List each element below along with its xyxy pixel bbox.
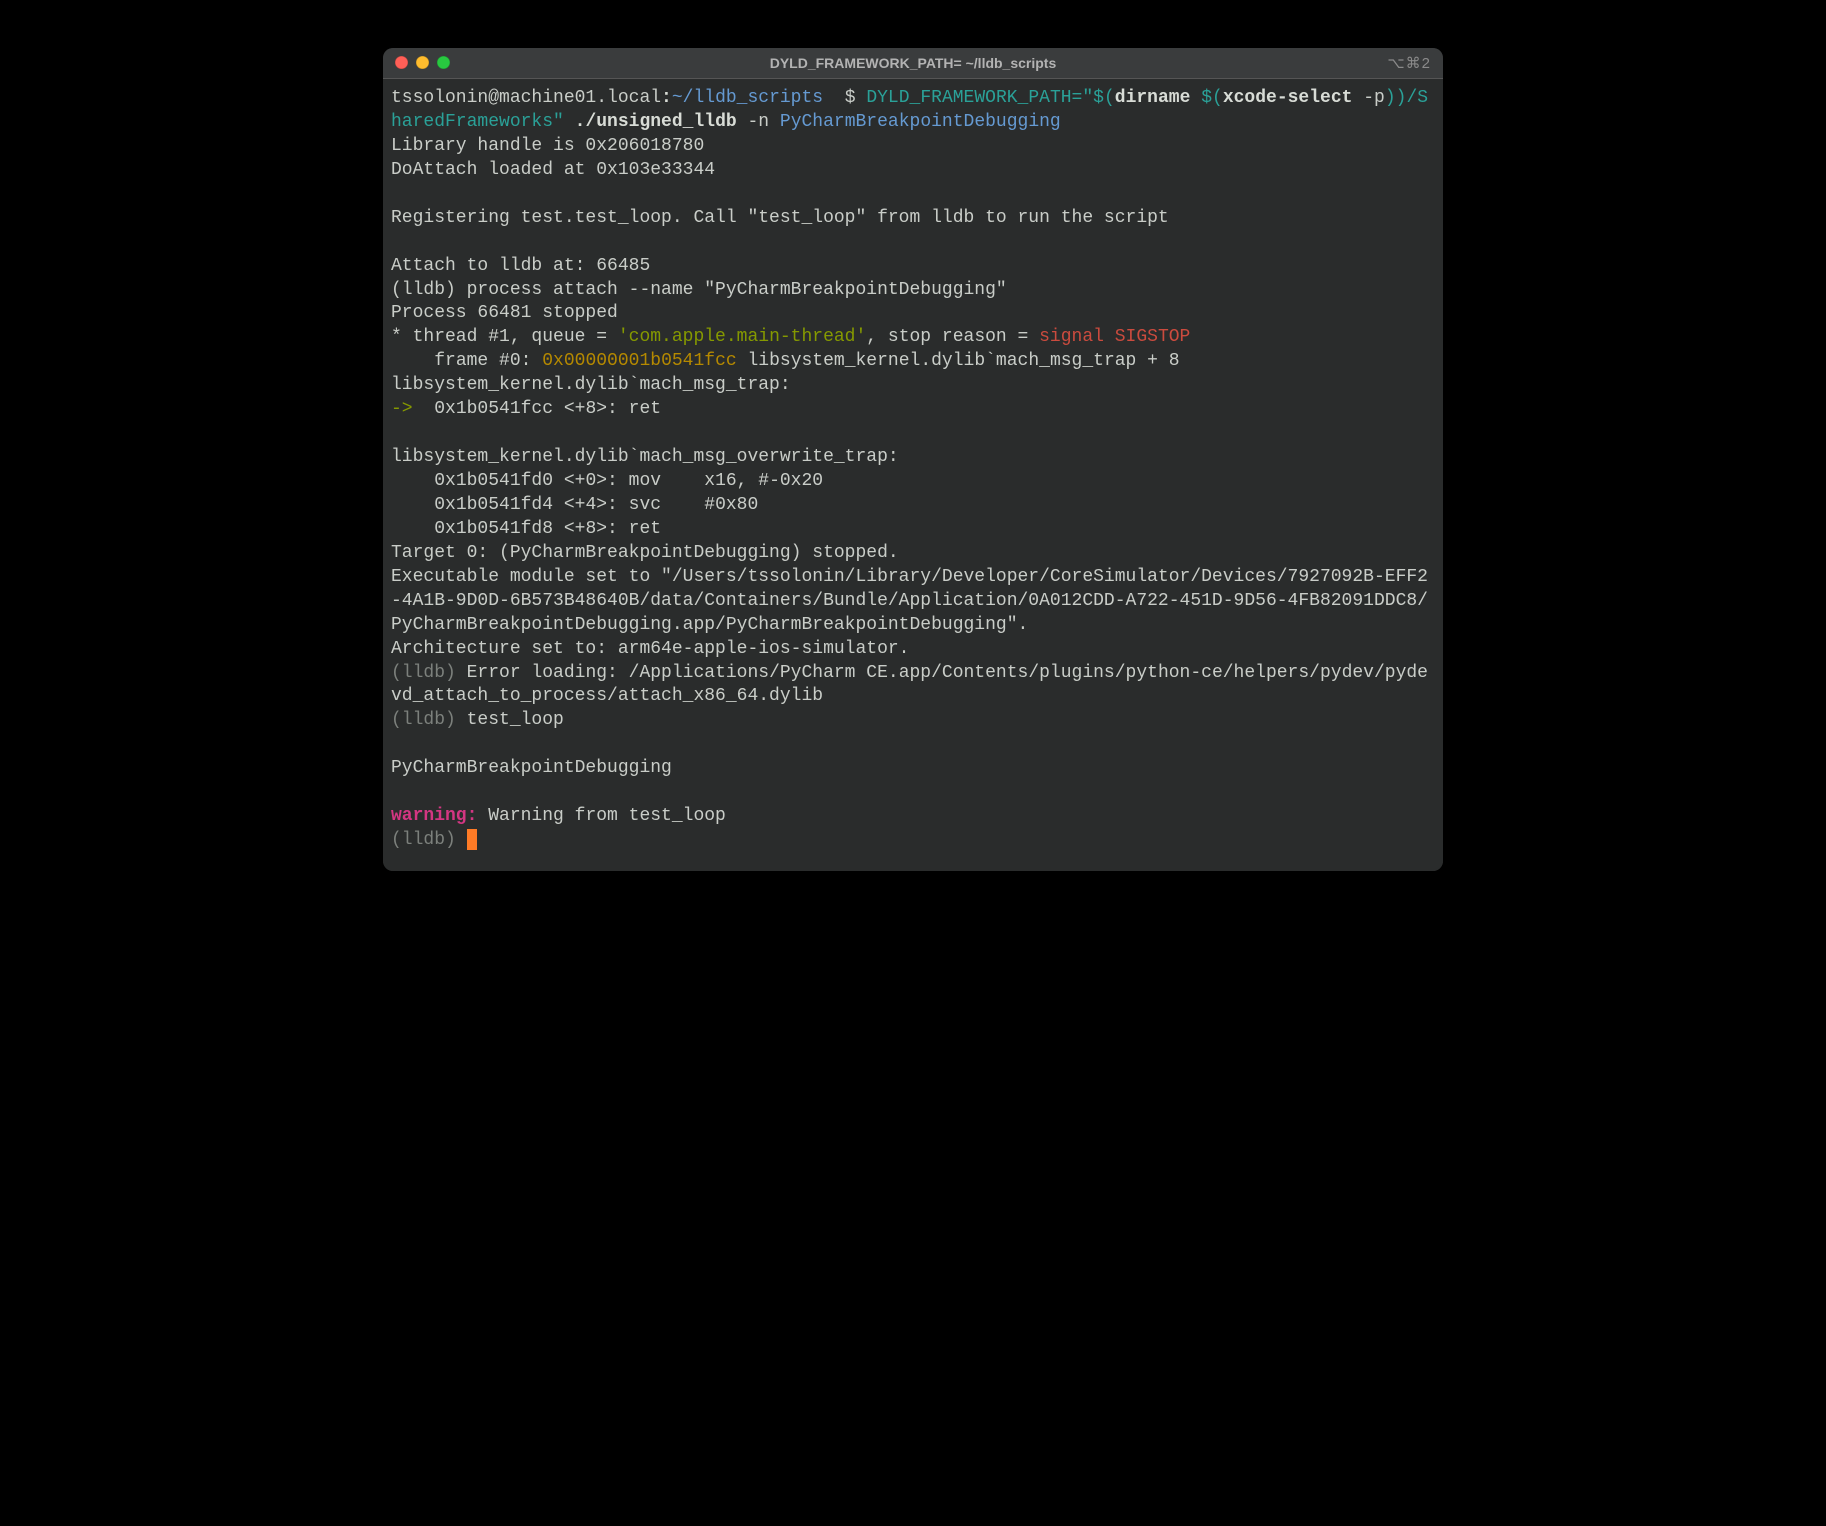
cmd-subshell-open: $( <box>1190 88 1222 108</box>
cmd-dirname: dirname <box>1115 88 1191 108</box>
out-proc-name: PyCharmBreakpointDebugging <box>391 758 672 778</box>
out-asm-0: 0x1b0541fd0 <+0>: mov x16, #-0x20 <box>391 471 823 491</box>
minimize-icon[interactable] <box>416 56 429 69</box>
prompt-colon: : <box>661 88 672 108</box>
out-over-label: libsystem_kernel.dylib`mach_msg_overwrit… <box>391 447 899 467</box>
terminal-window: DYLD_FRAMEWORK_PATH= ~/lldb_scripts ⌥⌘2 … <box>383 48 1443 871</box>
cmd-arg: PyCharmBreakpointDebugging <box>780 112 1061 132</box>
close-icon[interactable] <box>395 56 408 69</box>
cmd-flag-n: -n <box>737 112 780 132</box>
out-exec-mod: Executable module set to "/Users/tssolon… <box>391 567 1428 635</box>
out-attach-at: Attach to lldb at: 66485 <box>391 256 650 276</box>
lldb-prompt-2: (lldb) <box>391 710 467 730</box>
out-thread-mid: , stop reason = <box>866 327 1039 347</box>
traffic-lights <box>395 56 450 69</box>
out-pc-line: 0x1b0541fcc <+8>: ret <box>434 399 661 419</box>
prompt-cwd: ~/lldb_scripts <box>672 88 823 108</box>
warning-label: warning: <box>391 806 477 826</box>
cmd-flag-p: -p <box>1352 88 1384 108</box>
out-proc-stopped: Process 66481 stopped <box>391 303 618 323</box>
out-lldb-attach: (lldb) process attach --name "PyCharmBre… <box>391 280 1007 300</box>
out-err-load: Error loading: /Applications/PyCharm CE.… <box>391 663 1428 707</box>
out-frame-post: libsystem_kernel.dylib`mach_msg_trap + 8 <box>737 351 1180 371</box>
out-asm-2: 0x1b0541fd8 <+8>: ret <box>391 519 661 539</box>
zoom-icon[interactable] <box>437 56 450 69</box>
cursor-icon <box>467 829 477 850</box>
cmd-quote-open: "$( <box>1082 88 1114 108</box>
prompt-user-host: tssolonin@machine01.local <box>391 88 661 108</box>
out-thread-queue: 'com.apple.main-thread' <box>618 327 866 347</box>
out-asm-1: 0x1b0541fd4 <+4>: svc #0x80 <box>391 495 758 515</box>
terminal-output: tssolonin@machine01.local:~/lldb_scripts… <box>391 87 1435 853</box>
warning-text: Warning from test_loop <box>477 806 725 826</box>
out-frame-addr: 0x00000001b0541fcc <box>542 351 736 371</box>
out-thread-pre: * thread #1, queue = <box>391 327 618 347</box>
out-frame-pre: frame #0: <box>391 351 542 371</box>
out-register: Registering test.test_loop. Call "test_l… <box>391 208 1169 228</box>
out-lib-handle: Library handle is 0x206018780 <box>391 136 704 156</box>
window-shortcut: ⌥⌘2 <box>1387 54 1431 72</box>
out-doattach: DoAttach loaded at 0x103e33344 <box>391 160 715 180</box>
window-title: DYLD_FRAMEWORK_PATH= ~/lldb_scripts <box>770 55 1057 71</box>
cmd-script: ./unsigned_lldb <box>564 112 737 132</box>
prompt-sigil: $ <box>845 88 856 108</box>
env-var: DYLD_FRAMEWORK_PATH= <box>866 88 1082 108</box>
out-thread-signal: signal SIGSTOP <box>1039 327 1190 347</box>
cmd-close2: ) <box>1396 88 1407 108</box>
out-arch: Architecture set to: arm64e-apple-ios-si… <box>391 639 909 659</box>
out-test-loop: test_loop <box>467 710 564 730</box>
out-target: Target 0: (PyCharmBreakpointDebugging) s… <box>391 543 899 563</box>
terminal-body[interactable]: tssolonin@machine01.local:~/lldb_scripts… <box>383 79 1443 871</box>
cmd-close1: ) <box>1385 88 1396 108</box>
titlebar: DYLD_FRAMEWORK_PATH= ~/lldb_scripts ⌥⌘2 <box>383 48 1443 79</box>
cmd-quote-close: " <box>553 112 564 132</box>
out-trap-label: libsystem_kernel.dylib`mach_msg_trap: <box>391 375 791 395</box>
cmd-xcode-select: xcode-select <box>1223 88 1353 108</box>
lldb-prompt-1: (lldb) <box>391 663 467 683</box>
lldb-prompt-3: (lldb) <box>391 830 467 850</box>
arrow-icon: -> <box>391 399 434 419</box>
